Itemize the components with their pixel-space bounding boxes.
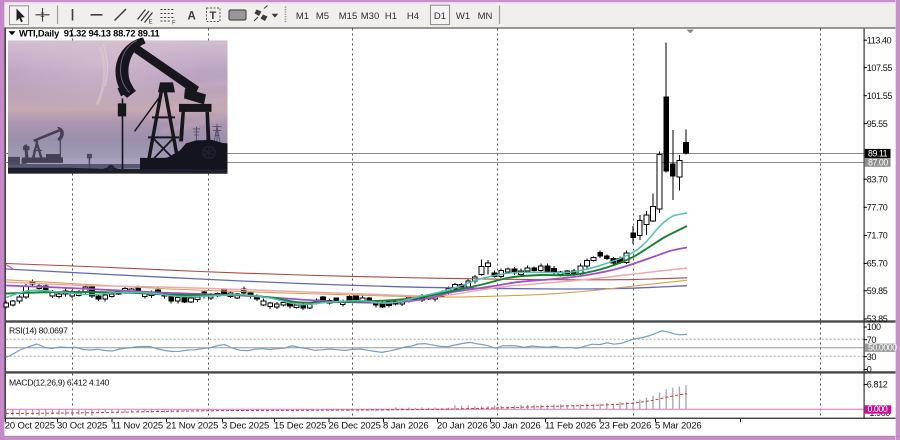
svg-text:RSI(14) 80.0697: RSI(14) 80.0697: [9, 326, 68, 336]
svg-text:77.70: 77.70: [867, 203, 888, 213]
svg-text:M5: M5: [316, 11, 329, 22]
svg-text:3 Dec 2025: 3 Dec 2025: [222, 421, 269, 432]
svg-text:D1: D1: [434, 11, 446, 22]
svg-text:21 Nov 2025: 21 Nov 2025: [166, 421, 218, 432]
svg-text:A: A: [188, 10, 196, 22]
svg-text:MACD(12,26,9) 6.412 4.140: MACD(12,26,9) 6.412 4.140: [9, 378, 110, 388]
svg-text:MN: MN: [478, 11, 493, 22]
svg-text:F: F: [172, 21, 176, 27]
svg-text:M30: M30: [361, 11, 379, 22]
svg-text:95.55: 95.55: [867, 119, 888, 129]
svg-text:M15: M15: [339, 11, 357, 22]
svg-text:20 Jan 2026: 20 Jan 2026: [437, 421, 488, 432]
svg-text:59.85: 59.85: [867, 286, 888, 296]
svg-text:5 Mar 2026: 5 Mar 2026: [655, 421, 702, 432]
svg-text:0: 0: [867, 365, 872, 375]
svg-text:W1: W1: [456, 11, 470, 22]
svg-text:6.812: 6.812: [867, 380, 888, 390]
svg-text:26 Dec 2025: 26 Dec 2025: [329, 421, 381, 432]
svg-text:107.55: 107.55: [867, 63, 893, 73]
svg-text:H1: H1: [385, 11, 397, 22]
svg-text:30: 30: [867, 352, 877, 362]
svg-text:M1: M1: [296, 11, 309, 22]
svg-text:20 Oct 2025: 20 Oct 2025: [5, 421, 55, 432]
svg-text:101.55: 101.55: [867, 91, 893, 101]
svg-text:15 Dec 2025: 15 Dec 2025: [274, 421, 326, 432]
svg-text:83.70: 83.70: [867, 174, 888, 184]
svg-text:30 Jan 2026: 30 Jan 2026: [490, 421, 541, 432]
svg-text:113.40: 113.40: [867, 35, 892, 45]
svg-text:11 Nov 2025: 11 Nov 2025: [112, 421, 164, 432]
svg-text:71.70: 71.70: [867, 231, 888, 241]
svg-text:T: T: [210, 10, 217, 22]
svg-text:30 Oct 2025: 30 Oct 2025: [57, 421, 107, 432]
svg-text:65.70: 65.70: [867, 259, 888, 269]
svg-text:H4: H4: [407, 11, 419, 22]
svg-text:87.00: 87.00: [868, 157, 888, 167]
svg-text:50.0000: 50.0000: [868, 342, 897, 352]
svg-text:11 Feb 2026: 11 Feb 2026: [545, 421, 596, 432]
svg-text:0.000: 0.000: [868, 404, 888, 414]
svg-text:8 Jan 2026: 8 Jan 2026: [383, 421, 429, 432]
svg-text:23 Feb 2026: 23 Feb 2026: [600, 421, 652, 432]
svg-text:WTI,Daily 91.32 94.13 88.72 8: WTI,Daily 91.32 94.13 88.72 89.11: [19, 29, 160, 39]
svg-text:100: 100: [867, 322, 881, 332]
svg-text:E: E: [149, 20, 153, 26]
